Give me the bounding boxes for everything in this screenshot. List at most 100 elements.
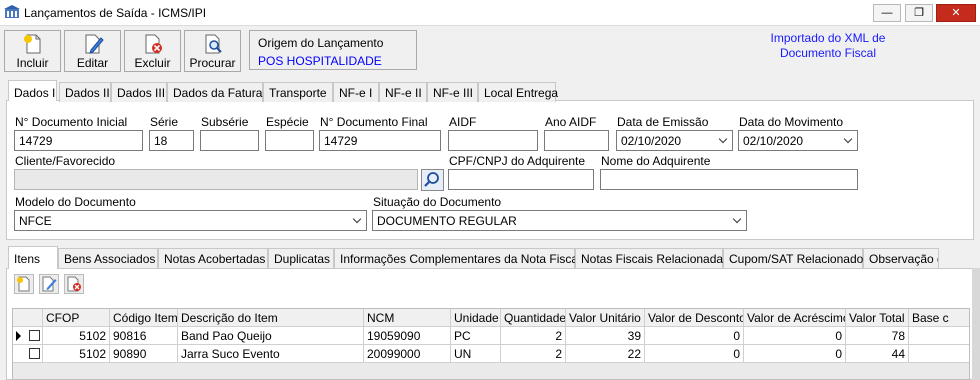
row-selector[interactable] bbox=[13, 327, 43, 345]
tab-dados-fatura[interactable]: Dados da Fatura bbox=[167, 82, 263, 102]
tab-duplicatas[interactable]: Duplicatas bbox=[268, 248, 334, 268]
data-movimento-label: Data do Movimento bbox=[739, 115, 844, 129]
cell-valor-acrescimo[interactable]: 0 bbox=[744, 345, 846, 363]
col-cfop[interactable]: CFOP bbox=[43, 309, 110, 327]
cell-quantidade[interactable]: 2 bbox=[501, 327, 566, 345]
especie-field[interactable] bbox=[265, 130, 314, 151]
cell-descricao[interactable]: Band Pao Queijo bbox=[178, 327, 364, 345]
cell-unidade[interactable]: PC bbox=[451, 327, 501, 345]
tab-nfe-ii[interactable]: NF-e II bbox=[379, 82, 427, 102]
new-document-icon bbox=[23, 34, 40, 54]
tab-dados-ii[interactable]: Dados II bbox=[59, 82, 111, 102]
col-valor-acrescimo[interactable]: Valor de Acréscimo bbox=[744, 309, 846, 327]
add-item-button[interactable] bbox=[14, 274, 34, 294]
doc-final-field[interactable]: 14729 bbox=[319, 130, 441, 151]
cpf-label: CPF/CNPJ do Adquirente bbox=[449, 154, 586, 168]
nome-adquirente-field[interactable] bbox=[600, 169, 858, 190]
tab-local-entrega[interactable]: Local Entrega bbox=[478, 82, 558, 102]
situacao-label: Situação do Documento bbox=[373, 195, 502, 209]
cell-base[interactable] bbox=[909, 327, 969, 345]
minimize-button[interactable]: — bbox=[873, 4, 901, 22]
cell-valor-total[interactable]: 78 bbox=[846, 327, 909, 345]
col-valor-desconto[interactable]: Valor de Desconto bbox=[645, 309, 744, 327]
editar-label: Editar bbox=[76, 56, 109, 70]
col-quantidade[interactable]: Quantidade bbox=[501, 309, 566, 327]
cell-quantidade[interactable]: 2 bbox=[501, 345, 566, 363]
col-descricao[interactable]: Descrição do Item bbox=[178, 309, 364, 327]
origem-box: Origem do Lançamento POS HOSPITALIDADE bbox=[249, 30, 417, 70]
row-selector[interactable] bbox=[13, 345, 43, 363]
origem-value: POS HOSPITALIDADE bbox=[258, 54, 382, 68]
row-checkbox[interactable] bbox=[29, 348, 40, 359]
delete-item-icon bbox=[67, 276, 81, 292]
restore-button[interactable]: ❐ bbox=[905, 4, 933, 22]
new-item-icon bbox=[17, 276, 30, 292]
delete-item-button[interactable] bbox=[64, 274, 84, 294]
incluir-button[interactable]: Incluir bbox=[4, 30, 61, 72]
search-icon bbox=[424, 172, 439, 187]
ano-aidf-label: Ano AIDF bbox=[545, 115, 597, 129]
row-checkbox[interactable] bbox=[29, 330, 40, 341]
cpf-field[interactable] bbox=[448, 169, 594, 190]
col-ncm[interactable]: NCM bbox=[364, 309, 451, 327]
current-row-icon bbox=[16, 331, 21, 341]
cliente-label: Cliente/Favorecido bbox=[15, 154, 116, 168]
procurar-button[interactable]: Procurar bbox=[184, 30, 241, 72]
cell-valor-unitario[interactable]: 39 bbox=[566, 327, 645, 345]
tab-transporte[interactable]: Transporte bbox=[263, 82, 333, 102]
cell-valor-desconto[interactable]: 0 bbox=[645, 345, 744, 363]
cell-unidade[interactable]: UN bbox=[451, 345, 501, 363]
tab-notas-acobertadas[interactable]: Notas Acobertadas bbox=[158, 248, 268, 268]
tab-dados-iii[interactable]: Dados III bbox=[111, 82, 167, 102]
cell-codigo-item[interactable]: 90816 bbox=[110, 327, 178, 345]
col-codigo-item[interactable]: Código Item bbox=[110, 309, 178, 327]
subserie-field[interactable] bbox=[200, 130, 259, 151]
tab-observacao[interactable]: Observação d bbox=[863, 248, 939, 268]
import-note-line2: Documento Fiscal bbox=[779, 46, 877, 60]
cell-valor-total[interactable]: 44 bbox=[846, 345, 909, 363]
tab-notas-fiscais-relacionadas[interactable]: Notas Fiscais Relacionadas bbox=[575, 248, 729, 268]
grid-corner bbox=[13, 309, 43, 327]
col-unidade[interactable]: Unidade bbox=[451, 309, 501, 327]
cell-descricao[interactable]: Jarra Suco Evento bbox=[178, 345, 364, 363]
situacao-select[interactable]: DOCUMENTO REGULAR bbox=[372, 210, 747, 231]
tab-nfe-iii[interactable]: NF-e III bbox=[427, 82, 478, 102]
cell-ncm[interactable]: 20099000 bbox=[364, 345, 451, 363]
vertical-scrollbar[interactable] bbox=[972, 268, 980, 380]
cell-cfop[interactable]: 5102 bbox=[43, 327, 110, 345]
close-button[interactable]: ✕ bbox=[936, 4, 976, 22]
cliente-field bbox=[14, 169, 418, 190]
data-emissao-picker[interactable]: 02/10/2020 bbox=[616, 130, 733, 151]
cell-cfop[interactable]: 5102 bbox=[43, 345, 110, 363]
tab-cupom-sat-relacionados[interactable]: Cupom/SAT Relacionados bbox=[723, 248, 869, 268]
data-movimento-picker[interactable]: 02/10/2020 bbox=[738, 130, 858, 151]
doc-inicial-field[interactable]: 14729 bbox=[14, 130, 143, 151]
col-valor-unitario[interactable]: Valor Unitário bbox=[566, 309, 645, 327]
import-note-line1: Importado do XML de bbox=[770, 31, 886, 45]
serie-field[interactable]: 18 bbox=[149, 130, 194, 151]
title-bar: Lançamentos de Saída - ICMS/IPI — ❐ ✕ bbox=[0, 0, 980, 26]
especie-label: Espécie bbox=[266, 115, 309, 129]
editar-button[interactable]: Editar bbox=[64, 30, 121, 72]
col-valor-total[interactable]: Valor Total bbox=[846, 309, 909, 327]
cell-base[interactable] bbox=[909, 345, 969, 363]
aidf-field[interactable] bbox=[448, 130, 538, 151]
edit-item-button[interactable] bbox=[39, 274, 59, 294]
excluir-button[interactable]: Excluir bbox=[124, 30, 181, 72]
ano-aidf-field[interactable] bbox=[544, 130, 609, 151]
incluir-label: Incluir bbox=[16, 56, 49, 70]
cell-valor-acrescimo[interactable]: 0 bbox=[744, 327, 846, 345]
tab-nfe-i[interactable]: NF-e I bbox=[333, 82, 379, 102]
cell-valor-unitario[interactable]: 22 bbox=[566, 345, 645, 363]
tab-informacoes-complementares[interactable]: Informações Complementares da Nota Fisca… bbox=[334, 248, 581, 268]
tab-bens-associados[interactable]: Bens Associados bbox=[58, 248, 158, 268]
cell-valor-desconto[interactable]: 0 bbox=[645, 327, 744, 345]
search-cliente-button[interactable] bbox=[421, 169, 444, 191]
cell-codigo-item[interactable]: 90890 bbox=[110, 345, 178, 363]
col-base[interactable]: Base c bbox=[909, 309, 969, 327]
modelo-select[interactable]: NFCE bbox=[14, 210, 367, 231]
tab-dados-i[interactable]: Dados I bbox=[8, 80, 57, 101]
tab-itens[interactable]: Itens bbox=[8, 246, 58, 269]
doc-final-label: N° Documento Final bbox=[320, 115, 428, 129]
cell-ncm[interactable]: 19059090 bbox=[364, 327, 451, 345]
